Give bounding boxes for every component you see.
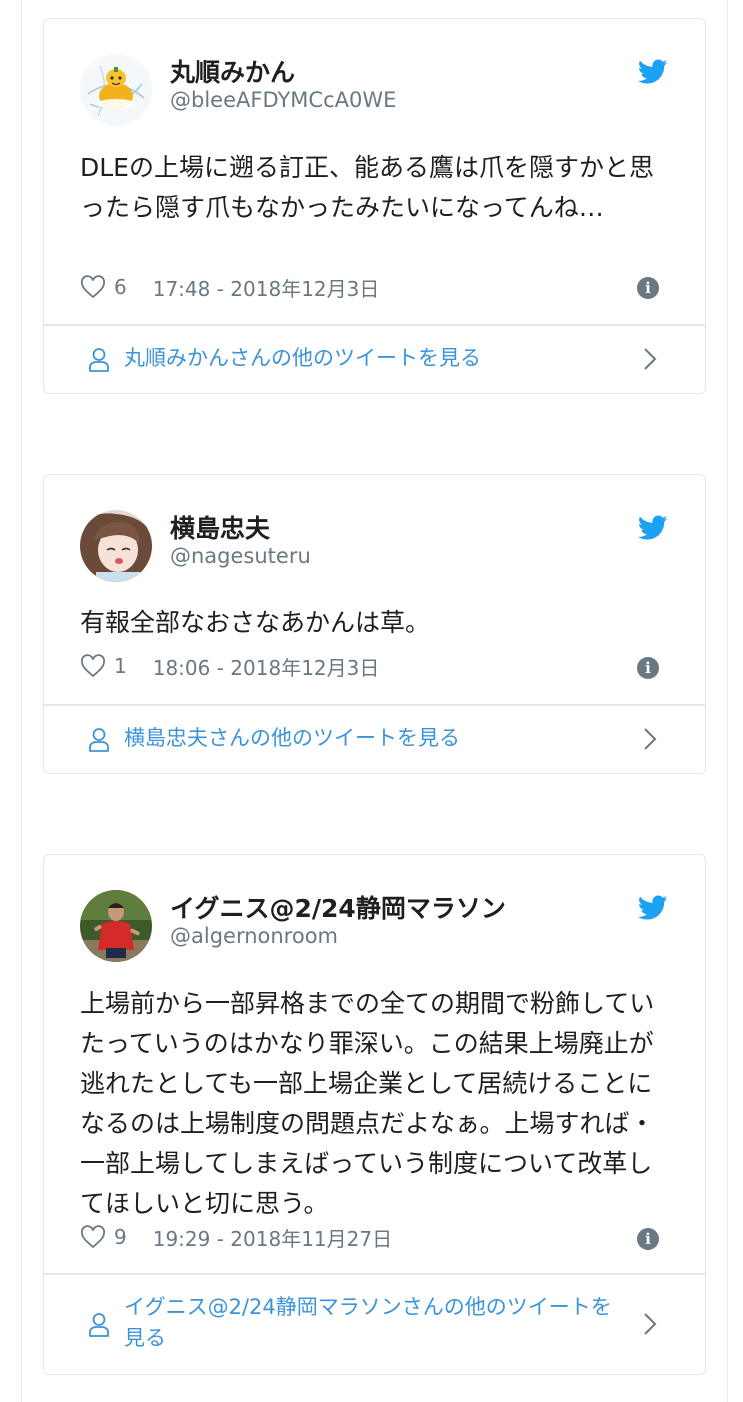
see-more-tweets-link[interactable]: イグニス@2/24静岡マラソンさんの他のツイートを見る	[44, 1274, 705, 1374]
tweet-meta: 9 19:29 - 2018年11月27日	[80, 1222, 392, 1252]
twitter-bird-icon[interactable]	[638, 59, 668, 85]
chevron-right-icon[interactable]	[643, 347, 657, 371]
like-count: 9	[114, 1225, 127, 1249]
tweet-card[interactable]: 横島忠夫 @nagesuteru 有報全部なおさなあかんは草。 1 18:06 …	[43, 474, 706, 774]
see-more-label[interactable]: 丸順みかんさんの他のツイートを見る	[124, 343, 625, 374]
chevron-right-icon[interactable]	[643, 727, 657, 751]
see-more-tweets-link[interactable]: 横島忠夫さんの他のツイートを見る	[44, 705, 705, 773]
person-icon	[88, 347, 110, 373]
avatar[interactable]	[80, 54, 152, 126]
author-handle[interactable]: @bleeAFDYMCcA0WE	[170, 88, 396, 112]
page-rail-left	[21, 0, 22, 1402]
author-name[interactable]: 横島忠夫	[170, 509, 270, 545]
heart-icon[interactable]	[80, 654, 106, 678]
tweet-meta: 6 17:48 - 2018年12月3日	[80, 272, 379, 302]
tweet-card[interactable]: イグニス@2/24静岡マラソン @algernonroom 上場前から一部昇格ま…	[43, 854, 706, 1375]
info-icon[interactable]: i	[637, 657, 659, 679]
like-count: 6	[114, 275, 127, 299]
tweet-text: DLEの上場に遡る訂正、能ある鷹は爪を隠すかと思ったら隠す爪もなかったみたいにな…	[80, 153, 654, 222]
person-icon	[88, 727, 110, 753]
author-name[interactable]: 丸順みかん	[170, 53, 295, 89]
avatar[interactable]	[80, 890, 152, 962]
author-handle[interactable]: @algernonroom	[170, 924, 338, 948]
tweet-meta: 1 18:06 - 2018年12月3日	[80, 651, 379, 681]
chevron-right-icon[interactable]	[643, 1312, 657, 1336]
page-rail-right	[727, 0, 728, 1402]
timestamp[interactable]: 18:06 - 2018年12月3日	[153, 652, 380, 681]
see-more-tweets-link[interactable]: 丸順みかんさんの他のツイートを見る	[44, 325, 705, 393]
person-icon	[88, 1312, 110, 1338]
tweet-card[interactable]: 丸順みかん @bleeAFDYMCcA0WE DLEの上場に遡る訂正、能ある鷹は…	[43, 18, 706, 394]
twitter-bird-icon[interactable]	[638, 895, 668, 921]
author-name[interactable]: イグニス@2/24静岡マラソン	[170, 889, 506, 925]
like-count: 1	[114, 654, 127, 678]
runner-photo-avatar-icon	[80, 890, 152, 962]
heart-icon[interactable]	[80, 1225, 106, 1249]
info-icon[interactable]: i	[637, 1228, 659, 1250]
mikan-character-avatar-icon	[80, 54, 152, 126]
anime-girl-avatar-icon	[80, 510, 152, 582]
tweet-text: 上場前から一部昇格までの全ての期間で粉飾していたっていうのはかなり罪深い。この結…	[80, 989, 655, 1218]
see-more-label[interactable]: イグニス@2/24静岡マラソンさんの他のツイートを見る	[124, 1292, 625, 1354]
tweet-text: 有報全部なおさなあかんは草。	[80, 608, 431, 637]
heart-icon[interactable]	[80, 275, 106, 299]
timestamp[interactable]: 17:48 - 2018年12月3日	[153, 273, 380, 302]
see-more-label[interactable]: 横島忠夫さんの他のツイートを見る	[124, 723, 625, 754]
timestamp[interactable]: 19:29 - 2018年11月27日	[153, 1223, 392, 1252]
twitter-bird-icon[interactable]	[638, 515, 668, 541]
avatar[interactable]	[80, 510, 152, 582]
author-handle[interactable]: @nagesuteru	[170, 544, 311, 568]
info-icon[interactable]: i	[637, 277, 659, 299]
